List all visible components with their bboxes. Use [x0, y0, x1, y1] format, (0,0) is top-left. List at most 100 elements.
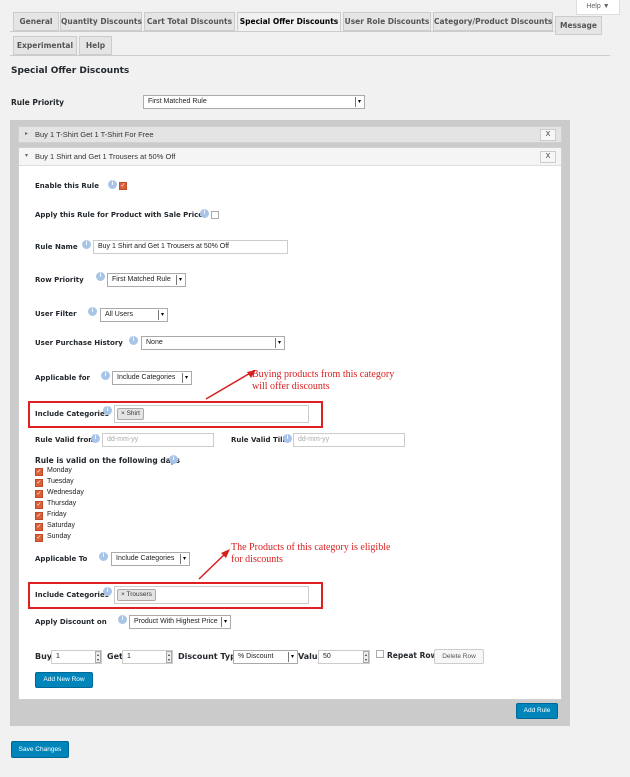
row-priority-select[interactable]: First Matched Rule ▾	[107, 273, 186, 287]
apply-discount-select[interactable]: Product With Highest Price ▾	[129, 615, 231, 629]
rule-priority-select[interactable]: First Matched Rule ▾	[143, 95, 365, 109]
tab-category-product-discounts[interactable]: Category/Product Discounts	[433, 12, 553, 31]
valid-till-input[interactable]: dd-mm-yy	[293, 433, 405, 447]
triangle-right-icon: ▸	[25, 131, 29, 137]
include-categories-input[interactable]: × Shirt	[114, 405, 309, 423]
chevron-down-icon: ▾	[221, 617, 229, 627]
info-icon: i	[88, 307, 97, 316]
remove-rule-button[interactable]: X	[540, 151, 556, 163]
user-filter-select[interactable]: All Users ▾	[100, 308, 168, 322]
days-label: Rule is valid on the following days	[35, 456, 180, 465]
stepper-icon[interactable]: ▴ ▾	[166, 651, 172, 663]
tab-help[interactable]: Help	[79, 36, 112, 55]
valid-from-label: Rule Valid from	[35, 436, 96, 444]
tab-general[interactable]: General	[13, 12, 59, 31]
delete-row-button[interactable]: Delete Row	[434, 649, 484, 664]
rule-header-collapsed[interactable]: ▸ Buy 1 T-Shirt Get 1 T-Shirt For Free X	[18, 126, 562, 143]
info-icon: i	[101, 371, 110, 380]
info-icon: i	[103, 587, 112, 596]
day-checkbox[interactable]: ✓	[35, 501, 43, 509]
enable-rule-label: Enable this Rule	[35, 182, 99, 190]
tab-divider-2	[10, 55, 610, 56]
rule-header-expanded[interactable]: ▾ Buy 1 Shirt and Get 1 Trousers at 50% …	[19, 148, 561, 166]
info-icon: i	[91, 434, 100, 443]
stepper-icon[interactable]: ▴ ▾	[95, 651, 101, 663]
stepper-icon[interactable]: ▴ ▾	[363, 651, 369, 663]
valid-from-input[interactable]: dd-mm-yy	[102, 433, 214, 447]
annotation-text: Buying products from this category	[252, 369, 395, 380]
applicable-for-label: Applicable for	[35, 374, 91, 382]
remove-rule-button[interactable]: X	[540, 129, 556, 141]
applicable-to-select[interactable]: Include Categories ▾	[111, 552, 190, 566]
info-icon: i	[108, 180, 117, 189]
day-label: Monday	[47, 467, 72, 474]
applicable-for-select[interactable]: Include Categories ▾	[112, 371, 192, 385]
repeat-row-label: Repeat Row	[387, 651, 438, 660]
tab-experimental[interactable]: Experimental	[13, 36, 77, 55]
purchase-history-select[interactable]: None ▾	[141, 336, 285, 350]
tab-user-role-discounts[interactable]: User Role Discounts	[343, 12, 431, 31]
chevron-down-icon: ▾	[275, 338, 283, 348]
day-checkbox[interactable]: ✓	[35, 479, 43, 487]
day-label: Wednesday	[47, 489, 84, 496]
include-categories-input[interactable]: × Trousers	[114, 586, 309, 604]
add-rule-button[interactable]: Add Rule	[516, 703, 558, 719]
info-icon: i	[99, 552, 108, 561]
info-icon: i	[118, 615, 127, 624]
include-categories-label: Include Categories	[35, 410, 109, 418]
category-tag[interactable]: × Trousers	[117, 589, 156, 601]
info-icon: i	[169, 455, 178, 464]
help-button[interactable]: Help ▼	[576, 0, 620, 15]
enable-rule-checkbox[interactable]: ✓	[119, 182, 127, 190]
valid-till-label: Rule Valid Till	[231, 436, 285, 444]
info-icon: i	[129, 336, 138, 345]
chevron-down-icon: ▾	[355, 97, 363, 107]
add-new-row-button[interactable]: Add New Row	[35, 672, 93, 688]
annotation-arrow	[198, 549, 230, 580]
tab-special-offer-discounts[interactable]: Special Offer Discounts	[237, 12, 341, 31]
tab-message[interactable]: Message	[555, 16, 602, 35]
discount-type-select[interactable]: % Discount ▾	[233, 650, 298, 664]
day-checkbox[interactable]: ✓	[35, 523, 43, 531]
rule-name-input[interactable]: Buy 1 Shirt and Get 1 Trousers at 50% Of…	[93, 240, 288, 254]
rule-title: Buy 1 T-Shirt Get 1 T-Shirt For Free	[35, 130, 154, 139]
day-checkbox[interactable]: ✓	[35, 468, 43, 476]
tab-divider	[10, 31, 554, 32]
include-categories-label: Include Categories	[35, 591, 109, 599]
day-checkbox[interactable]: ✓	[35, 534, 43, 542]
chevron-down-icon: ▾	[182, 373, 190, 383]
annotation-text: The Products of this category is eligibl…	[231, 542, 391, 553]
category-tag[interactable]: × Shirt	[117, 408, 144, 420]
annotation-text: will offer discounts	[252, 381, 330, 392]
day-label: Thursday	[47, 500, 77, 507]
chevron-down-icon: ▾	[288, 652, 296, 662]
row-priority-label: Row Priority	[35, 276, 84, 284]
info-icon: i	[103, 406, 112, 415]
day-checkbox[interactable]: ✓	[35, 490, 43, 498]
sale-price-checkbox[interactable]	[211, 211, 219, 219]
chevron-down-icon: ▾	[176, 275, 184, 285]
rule-name-label: Rule Name	[35, 243, 78, 251]
rule-title: Buy 1 Shirt and Get 1 Trousers at 50% Of…	[35, 152, 176, 161]
day-label: Friday	[47, 511, 67, 518]
info-icon: i	[82, 240, 91, 249]
info-icon: i	[283, 434, 292, 443]
triangle-down-icon: ▾	[25, 153, 29, 159]
get-label: Get	[107, 652, 123, 661]
save-changes-button[interactable]: Save Changes	[11, 741, 69, 758]
tab-cart-total-discounts[interactable]: Cart Total Discounts	[144, 12, 235, 31]
day-checkbox[interactable]: ✓	[35, 512, 43, 520]
chevron-down-icon: ▾	[180, 554, 188, 564]
repeat-row-checkbox[interactable]	[376, 650, 384, 658]
chevron-down-icon: ▾	[158, 310, 166, 320]
annotation-arrow	[205, 370, 256, 400]
apply-discount-label: Apply Discount on	[35, 618, 107, 626]
day-label: Sunday	[47, 533, 71, 540]
tab-quantity-discounts[interactable]: Quantity Discounts	[60, 12, 142, 31]
discount-type-label: Discount Type	[178, 652, 242, 661]
user-filter-label: User Filter	[35, 310, 77, 318]
info-icon: i	[96, 272, 105, 281]
day-label: Tuesday	[47, 478, 74, 485]
page-title: Special Offer Discounts	[11, 66, 130, 76]
sale-price-label: Apply this Rule for Product with Sale Pr…	[35, 211, 204, 219]
